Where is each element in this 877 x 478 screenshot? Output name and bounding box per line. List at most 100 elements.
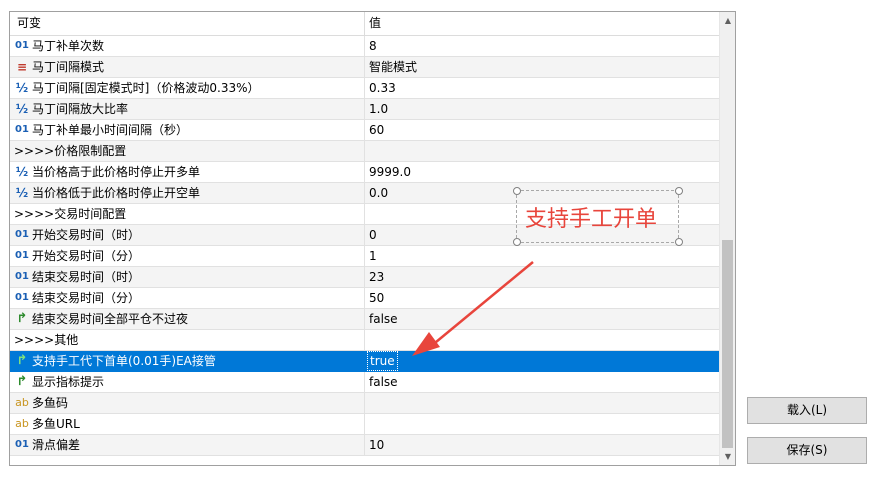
int-type-icon: 01	[15, 292, 29, 303]
parameter-name: 结束交易时间全部平仓不过夜	[32, 312, 189, 326]
table-row[interactable]: ↱ 支持手工代下首单(0.01手)EA接管 true	[10, 351, 719, 372]
table-row[interactable]: 01 开始交易时间（分） 1	[10, 246, 719, 267]
column-divider	[364, 435, 365, 456]
table-row[interactable]: ↱ 结束交易时间全部平仓不过夜 false	[10, 309, 719, 330]
parameter-value[interactable]: 1.0	[369, 99, 388, 119]
table-row[interactable]: 01 马丁补单次数 8	[10, 36, 719, 57]
group-label: >>>>其他	[14, 333, 79, 347]
parameter-name: 支持手工代下首单(0.01手)EA接管	[32, 354, 216, 368]
column-divider	[364, 267, 365, 288]
resize-handle-bottom-left[interactable]	[513, 238, 521, 246]
parameter-name: 马丁间隔放大比率	[32, 102, 129, 116]
load-button[interactable]: 载入(L)	[747, 397, 867, 424]
parameter-name: 马丁间隔[固定模式时]（价格波动0.33%）	[32, 81, 260, 95]
int-type-icon: 01	[15, 250, 29, 261]
column-divider	[364, 141, 365, 162]
table-row[interactable]: ≡ 马丁间隔模式 智能模式	[10, 57, 719, 78]
table-row[interactable]: ½ 当价格高于此价格时停止开多单 9999.0	[10, 162, 719, 183]
column-divider	[364, 120, 365, 141]
int-type-icon: 01	[15, 271, 29, 282]
parameter-name: 多鱼URL	[32, 417, 80, 431]
bool-type-icon: ↱	[16, 374, 28, 389]
parameter-name: 结束交易时间（时）	[32, 270, 141, 284]
table-row[interactable]: 01 结束交易时间（分） 50	[10, 288, 719, 309]
int-type-icon: 01	[15, 124, 29, 135]
table-row[interactable]: >>>>价格限制配置	[10, 141, 719, 162]
table-row[interactable]: 01 马丁补单最小时间间隔（秒） 60	[10, 120, 719, 141]
parameter-value[interactable]: 1	[369, 246, 377, 266]
table-row[interactable]: 01 结束交易时间（时） 23	[10, 267, 719, 288]
parameter-name: 马丁间隔模式	[32, 60, 105, 74]
vertical-scrollbar[interactable]: ▲ ▼	[719, 12, 735, 465]
column-divider	[364, 36, 365, 57]
parameter-name: 多鱼码	[32, 396, 69, 410]
parameter-value[interactable]: 0.33	[369, 78, 396, 98]
column-divider	[364, 309, 365, 330]
resize-handle-top-right[interactable]	[675, 187, 683, 195]
column-divider	[364, 372, 365, 393]
header-divider[interactable]	[364, 12, 365, 35]
double-type-icon: ½	[15, 81, 29, 95]
string-type-icon: ab	[15, 417, 29, 430]
parameter-value[interactable]: true	[367, 351, 398, 371]
parameter-value[interactable]: 50	[369, 288, 384, 308]
group-label: >>>>价格限制配置	[14, 144, 127, 158]
column-divider	[364, 99, 365, 120]
chevron-up-icon[interactable]: ▲	[720, 12, 735, 29]
column-divider	[364, 162, 365, 183]
column-divider	[364, 351, 365, 372]
parameter-value[interactable]: 8	[369, 36, 377, 56]
parameter-name: 马丁补单次数	[32, 39, 105, 53]
column-divider	[364, 57, 365, 78]
parameter-value[interactable]: 0	[369, 225, 377, 245]
parameter-name: 开始交易时间（分）	[32, 249, 141, 263]
parameter-name: 开始交易时间（时）	[32, 228, 141, 242]
column-divider	[364, 393, 365, 414]
resize-handle-bottom-right[interactable]	[675, 238, 683, 246]
int-type-icon: 01	[15, 439, 29, 450]
chevron-down-icon[interactable]: ▼	[720, 448, 735, 465]
table-row[interactable]: 01 滑点偏差 10	[10, 435, 719, 456]
int-type-icon: 01	[15, 40, 29, 51]
bool-type-icon: ↱	[16, 311, 28, 326]
parameter-value[interactable]: false	[369, 372, 398, 392]
column-divider	[364, 183, 365, 204]
table-row[interactable]: ab 多鱼URL	[10, 414, 719, 435]
group-label: >>>>交易时间配置	[14, 207, 127, 221]
double-type-icon: ½	[15, 102, 29, 116]
table-row[interactable]: >>>>其他	[10, 330, 719, 351]
enum-type-icon: ≡	[16, 60, 28, 74]
parameter-name: 当价格高于此价格时停止开多单	[32, 165, 201, 179]
scrollbar-thumb[interactable]	[722, 240, 733, 448]
parameter-name: 显示指标提示	[32, 375, 105, 389]
int-type-icon: 01	[15, 229, 29, 240]
parameter-value[interactable]: 智能模式	[369, 57, 417, 77]
table-row[interactable]: ab 多鱼码	[10, 393, 719, 414]
table-row[interactable]: ↱ 显示指标提示 false	[10, 372, 719, 393]
header-value[interactable]: 值	[369, 12, 381, 35]
column-divider	[364, 330, 365, 351]
grid-header: 可变 值	[10, 12, 719, 36]
parameter-value[interactable]: 10	[369, 435, 384, 455]
bool-type-icon: ↱	[16, 353, 28, 368]
column-divider	[364, 288, 365, 309]
column-divider	[364, 246, 365, 267]
resize-handle-top-left[interactable]	[513, 187, 521, 195]
parameter-name: 当价格低于此价格时停止开空单	[32, 186, 201, 200]
double-type-icon: ½	[15, 186, 29, 200]
parameter-name: 马丁补单最小时间间隔（秒）	[32, 123, 189, 137]
save-button[interactable]: 保存(S)	[747, 437, 867, 464]
table-row[interactable]: ½ 马丁间隔放大比率 1.0	[10, 99, 719, 120]
parameter-value[interactable]: 23	[369, 267, 384, 287]
column-divider	[364, 204, 365, 225]
table-row[interactable]: ½ 马丁间隔[固定模式时]（价格波动0.33%） 0.33	[10, 78, 719, 99]
parameter-value[interactable]: false	[369, 309, 398, 329]
string-type-icon: ab	[15, 396, 29, 409]
header-variable[interactable]: 可变	[17, 12, 41, 35]
parameter-value[interactable]: 0.0	[369, 183, 388, 203]
annotation-box: 支持手工开单	[513, 187, 683, 246]
parameter-value[interactable]: 9999.0	[369, 162, 411, 182]
parameter-value[interactable]: 60	[369, 120, 384, 140]
double-type-icon: ½	[15, 165, 29, 179]
parameter-name: 滑点偏差	[32, 438, 81, 452]
